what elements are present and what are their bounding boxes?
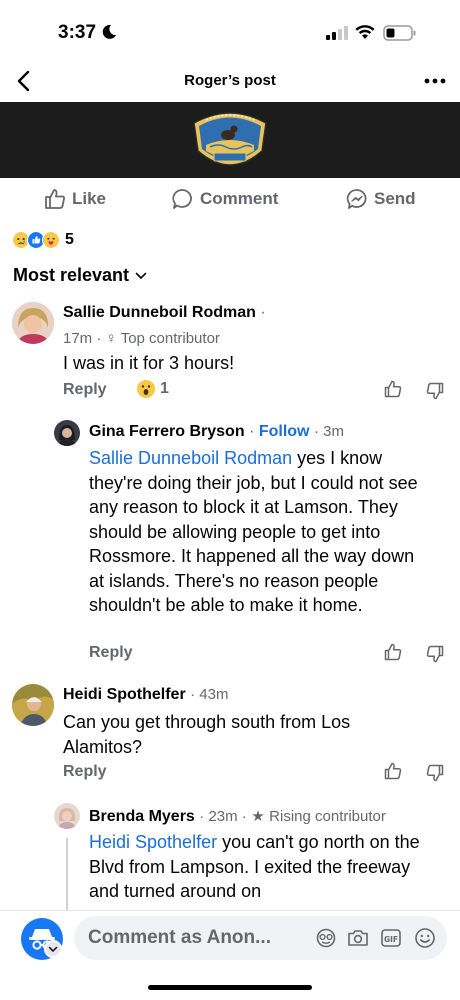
thumbs-up-icon <box>45 189 65 209</box>
thumbs-up-icon[interactable] <box>384 762 402 780</box>
camera-icon[interactable] <box>347 928 369 948</box>
comment-text: Sallie Dunneboil Rodman yes I know they'… <box>89 448 418 615</box>
messenger-icon <box>346 189 367 209</box>
comment-input[interactable]: Comment as Anon... GIF <box>74 916 447 960</box>
cellular-signal-icon <box>326 26 348 40</box>
thumbs-up-icon[interactable] <box>384 380 402 398</box>
reaction-count: 5 <box>65 231 74 248</box>
thumbs-up-icon[interactable] <box>384 643 402 661</box>
gif-icon[interactable]: GIF <box>380 928 402 948</box>
status-time: 3:37 <box>58 22 97 43</box>
page-title: Roger’s post <box>184 72 276 89</box>
post-action-bar: Like Comment Send <box>0 180 460 218</box>
avatar-photo <box>54 803 80 829</box>
comment-sort-dropdown[interactable]: Most relevant <box>13 265 147 286</box>
top-contributor-icon: ♀ <box>105 330 117 347</box>
avatar-photo <box>54 420 80 446</box>
mention-link[interactable]: Heidi Spothelfer <box>89 832 217 852</box>
thumbs-down-icon[interactable] <box>426 382 444 400</box>
reply-button[interactable]: Reply <box>89 644 133 662</box>
identity-switch[interactable] <box>44 940 62 958</box>
avatar-sticker-icon[interactable] <box>315 928 337 948</box>
avatar[interactable] <box>54 803 80 829</box>
comment-meta: 17m · ♀ Top contributor <box>63 330 220 347</box>
care-reaction-icon <box>42 231 60 249</box>
police-badge-logo <box>193 112 267 166</box>
follow-button[interactable]: Follow <box>259 423 310 440</box>
send-button[interactable]: Send <box>346 188 416 210</box>
thumbs-down-icon[interactable] <box>426 764 444 782</box>
wifi-icon <box>355 25 375 39</box>
rising-contributor-icon: ★ <box>251 808 265 825</box>
avatar[interactable] <box>12 684 54 726</box>
avatar[interactable] <box>54 420 80 446</box>
chevron-down-icon <box>135 272 147 279</box>
reply-button[interactable]: Reply <box>63 763 107 781</box>
wow-reaction-icon <box>137 380 155 398</box>
battery-icon <box>383 25 416 41</box>
thumbs-down-icon[interactable] <box>426 645 444 663</box>
post-header: Roger’s post <box>0 62 460 102</box>
status-bar: 3:37 <box>0 0 460 62</box>
moon-icon <box>102 24 116 39</box>
comment-author[interactable]: Heidi Spothelfer · 43m <box>63 686 228 704</box>
avatar-photo <box>12 684 54 726</box>
comment-author[interactable]: Sallie Dunneboil Rodman · <box>63 304 266 322</box>
comment-label: Comment <box>200 189 279 208</box>
thread-line <box>66 838 68 910</box>
comment-author[interactable]: Gina Ferrero Bryson · Follow · 3m <box>89 423 344 441</box>
mention-link[interactable]: Sallie Dunneboil Rodman <box>89 448 292 468</box>
chevron-down-icon <box>48 946 58 953</box>
send-label: Send <box>374 189 416 208</box>
comment-button[interactable]: Comment <box>172 188 278 210</box>
sort-label: Most relevant <box>13 265 130 285</box>
reply-button[interactable]: Reply <box>63 381 107 399</box>
more-options-icon[interactable] <box>422 72 448 90</box>
like-label: Like <box>72 189 107 208</box>
avatar[interactable] <box>12 302 54 344</box>
avatar-photo <box>12 302 54 344</box>
like-button[interactable]: Like <box>44 188 106 210</box>
comment-text: Heidi Spothelfer you can't go north on t… <box>89 832 420 901</box>
comment-text: Can you get through south from Los Alami… <box>63 712 351 757</box>
reaction-summary[interactable]: 5 <box>12 231 74 249</box>
comment-author[interactable]: Brenda Myers · 23m · ★ Rising contributo… <box>89 807 386 826</box>
emoji-icon[interactable] <box>414 927 436 949</box>
comment-reaction[interactable]: 1 <box>137 380 169 398</box>
comment-input-placeholder: Comment as Anon... <box>88 927 271 948</box>
home-indicator <box>148 985 312 990</box>
comment-text: I was in it for 3 hours! <box>63 353 235 373</box>
svg-text:GIF: GIF <box>384 935 398 944</box>
comment-bubble-icon <box>172 189 192 209</box>
